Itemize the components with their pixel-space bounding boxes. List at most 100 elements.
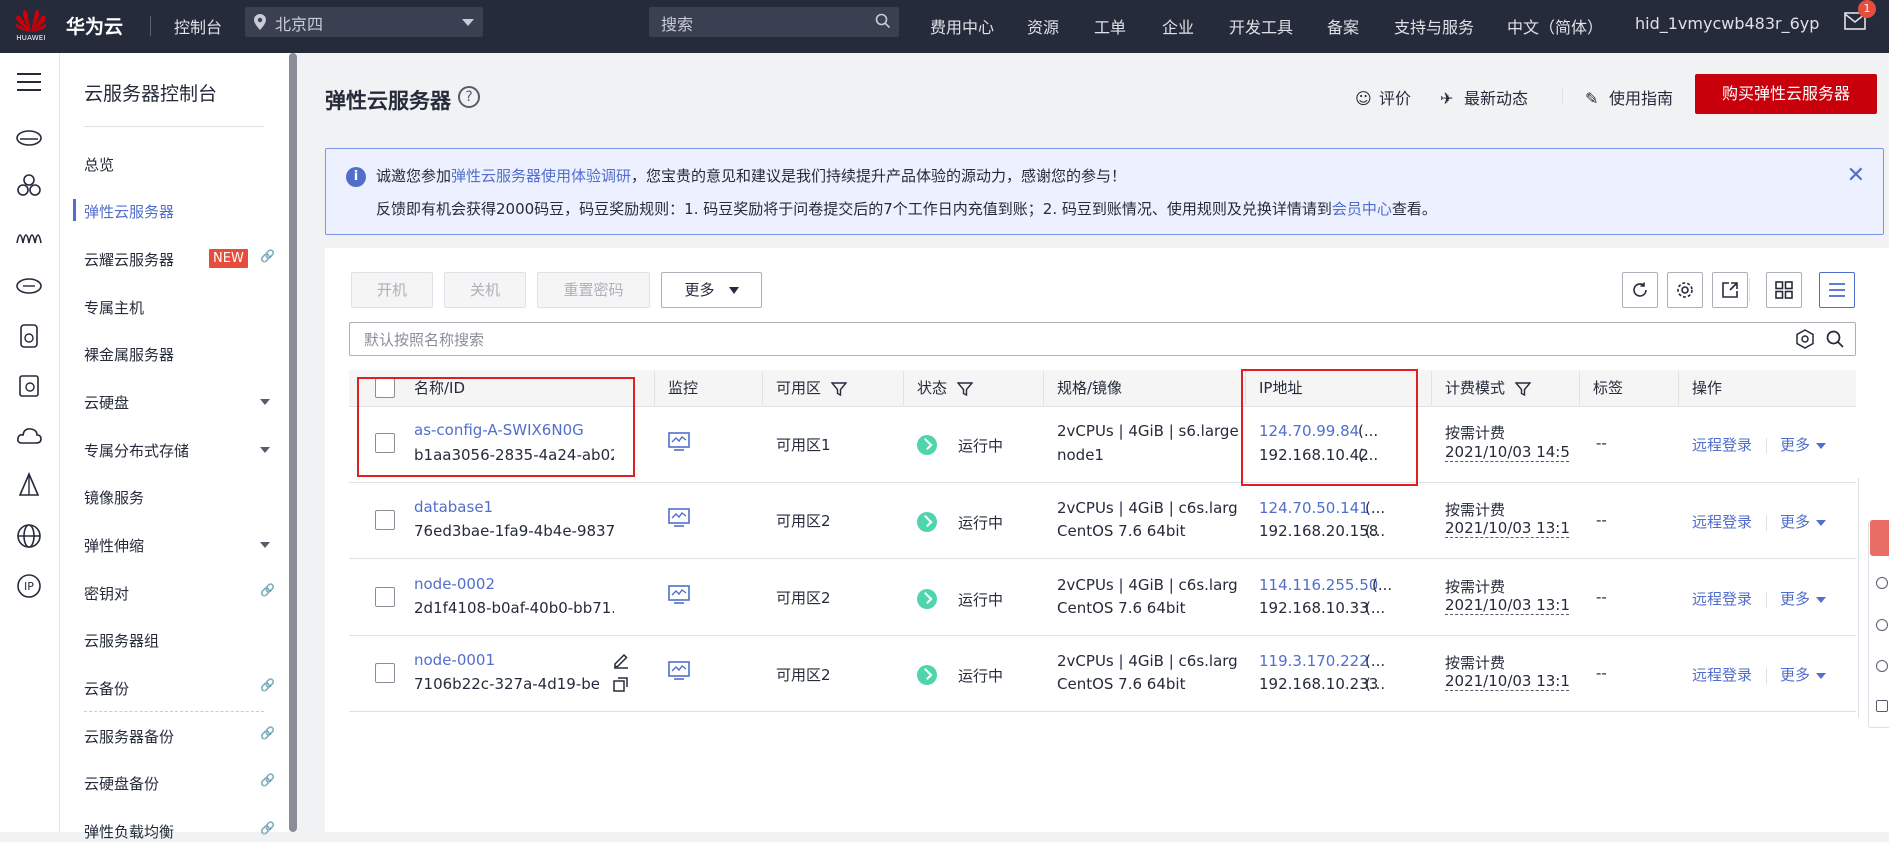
external-link-icon[interactable]: 🔗 (260, 583, 275, 597)
monitor-icon[interactable] (668, 432, 690, 452)
eye-icon[interactable] (1876, 619, 1888, 631)
instance-name-link[interactable]: node-0002 (414, 575, 614, 593)
sidebar-item-server-group[interactable]: 云服务器组 (84, 630, 274, 651)
row-checkbox[interactable] (375, 510, 395, 530)
col-zone[interactable]: 可用区 (776, 377, 848, 398)
row-more-dropdown[interactable]: 更多 (1780, 588, 1827, 609)
search-input[interactable]: 默认按照名称搜索 (364, 329, 484, 350)
filter-icon[interactable] (1515, 381, 1532, 397)
remote-login-link[interactable]: 远程登录 (1692, 588, 1752, 609)
sidebar-item-keypair[interactable]: 密钥对 (84, 583, 274, 604)
public-ip[interactable]: 119.3.170.222 (1259, 652, 1369, 670)
search-icon[interactable] (1825, 329, 1845, 349)
help-circle-icon[interactable] (1876, 660, 1888, 672)
guide-link[interactable]: ✎ 使用指南 (1585, 85, 1673, 109)
nav-billing[interactable]: 费用中心 (930, 14, 994, 38)
external-link-icon[interactable]: 🔗 (260, 821, 275, 835)
user-account[interactable]: hid_1vmycwb483r_6yp (1635, 14, 1819, 33)
feedback-link[interactable]: ☺ 评价 (1355, 85, 1411, 109)
sail-icon[interactable] (14, 471, 44, 501)
remote-login-link[interactable]: 远程登录 (1692, 511, 1752, 532)
chevron-down-icon[interactable] (260, 399, 270, 405)
gear-icon[interactable] (1795, 329, 1815, 349)
sidebar-item-dss[interactable]: 专属分布式存储 (84, 440, 274, 461)
sidebar-item-cbr[interactable]: 云备份 (84, 678, 274, 699)
network-icon[interactable] (14, 221, 44, 251)
external-link-icon[interactable]: 🔗 (260, 249, 275, 263)
remote-login-link[interactable]: 远程登录 (1692, 664, 1752, 685)
start-button[interactable]: 开机 (351, 272, 433, 308)
ip-icon[interactable]: IP (14, 571, 44, 601)
close-icon[interactable]: ✕ (1847, 163, 1865, 188)
globe-icon[interactable] (14, 521, 44, 551)
region-selector[interactable]: 北京四 (245, 7, 483, 37)
public-ip[interactable]: 114.116.255.50 (1259, 576, 1378, 594)
member-center-link[interactable]: 会员中心 (1332, 200, 1392, 218)
nav-tickets[interactable]: 工单 (1094, 14, 1126, 38)
instance-name-link[interactable]: database1 (414, 498, 614, 516)
sidebar-item-ims[interactable]: 镜像服务 (84, 487, 274, 508)
smile-icon[interactable] (1876, 577, 1888, 589)
search-input[interactable]: 搜索 (661, 11, 693, 35)
refresh-button[interactable] (1622, 272, 1658, 308)
menu-icon[interactable] (14, 67, 44, 97)
monitor-icon[interactable] (668, 508, 690, 528)
col-status[interactable]: 状态 (917, 377, 974, 398)
public-ip[interactable]: 124.70.50.141 (1259, 499, 1369, 517)
chevron-down-icon[interactable] (260, 447, 270, 453)
chat-icon[interactable] (1870, 520, 1889, 556)
monitor-icon[interactable] (668, 585, 690, 605)
database-icon[interactable] (14, 371, 44, 401)
list-view-button[interactable] (1819, 272, 1855, 308)
more-actions-button[interactable]: 更多 (661, 272, 762, 308)
sidebar-item-dedicated-host[interactable]: 专属主机 (84, 297, 274, 318)
external-link-icon[interactable]: 🔗 (260, 773, 275, 787)
document-icon[interactable] (1876, 700, 1888, 712)
col-billing[interactable]: 计费模式 (1445, 377, 1532, 398)
sidenav-scrollbar[interactable] (289, 53, 297, 832)
storage-disk-icon[interactable] (14, 321, 44, 351)
news-link[interactable]: ✈ 最新动态 (1440, 85, 1528, 109)
help-icon[interactable]: ? (458, 86, 480, 108)
survey-link[interactable]: 弹性云服务器使用体验调研 (451, 167, 631, 185)
search-icon[interactable] (875, 13, 891, 29)
sidebar-item-server-backup[interactable]: 云服务器备份 (84, 726, 274, 747)
console-link[interactable]: 控制台 (174, 14, 222, 38)
settings-button[interactable] (1667, 272, 1703, 308)
stop-button[interactable]: 关机 (444, 272, 526, 308)
external-link-icon[interactable]: 🔗 (260, 726, 275, 740)
huawei-logo-icon[interactable]: HUAWEI (14, 6, 48, 46)
brand-name[interactable]: 华为云 (66, 12, 123, 39)
sidebar-item-overview[interactable]: 总览 (84, 154, 274, 175)
nav-enterprise[interactable]: 企业 (1162, 14, 1194, 38)
monitor-icon[interactable] (668, 661, 690, 681)
external-link-icon[interactable]: 🔗 (260, 678, 275, 692)
row-more-dropdown[interactable]: 更多 (1780, 664, 1827, 685)
copy-icon[interactable] (612, 675, 630, 693)
row-checkbox[interactable] (375, 663, 395, 683)
grid-view-button[interactable] (1766, 272, 1802, 308)
instance-name-link[interactable]: node-0001 (414, 651, 614, 669)
nav-resources[interactable]: 资源 (1027, 14, 1059, 38)
sidebar-item-flexus[interactable]: 云耀云服务器 NEW (84, 249, 274, 270)
chevron-down-icon[interactable] (260, 542, 270, 548)
sidebar-item-bms[interactable]: 裸金属服务器 (84, 344, 274, 365)
filter-icon[interactable] (957, 381, 974, 397)
cluster-icon[interactable] (14, 171, 44, 201)
nav-filing[interactable]: 备案 (1327, 14, 1359, 38)
reset-password-button[interactable]: 重置密码 (537, 272, 650, 308)
cloud-icon[interactable] (14, 421, 44, 451)
row-more-dropdown[interactable]: 更多 (1780, 511, 1827, 532)
global-search[interactable]: 搜索 (649, 7, 899, 37)
sidebar-item-as[interactable]: 弹性伸缩 (84, 535, 274, 556)
language-selector[interactable]: 中文（简体） (1507, 14, 1603, 38)
filter-icon[interactable] (831, 381, 848, 397)
export-button[interactable] (1712, 272, 1748, 308)
remote-login-link[interactable]: 远程登录 (1692, 434, 1752, 455)
sidebar-item-evs[interactable]: 云硬盘 (84, 392, 274, 413)
sidebar-item-disk-backup[interactable]: 云硬盘备份 (84, 773, 274, 794)
nav-support[interactable]: 支持与服务 (1394, 14, 1474, 38)
cloud-server-icon[interactable] (14, 122, 44, 152)
sidebar-item-ecs[interactable]: 弹性云服务器 (84, 201, 274, 222)
row-checkbox[interactable] (375, 587, 395, 607)
